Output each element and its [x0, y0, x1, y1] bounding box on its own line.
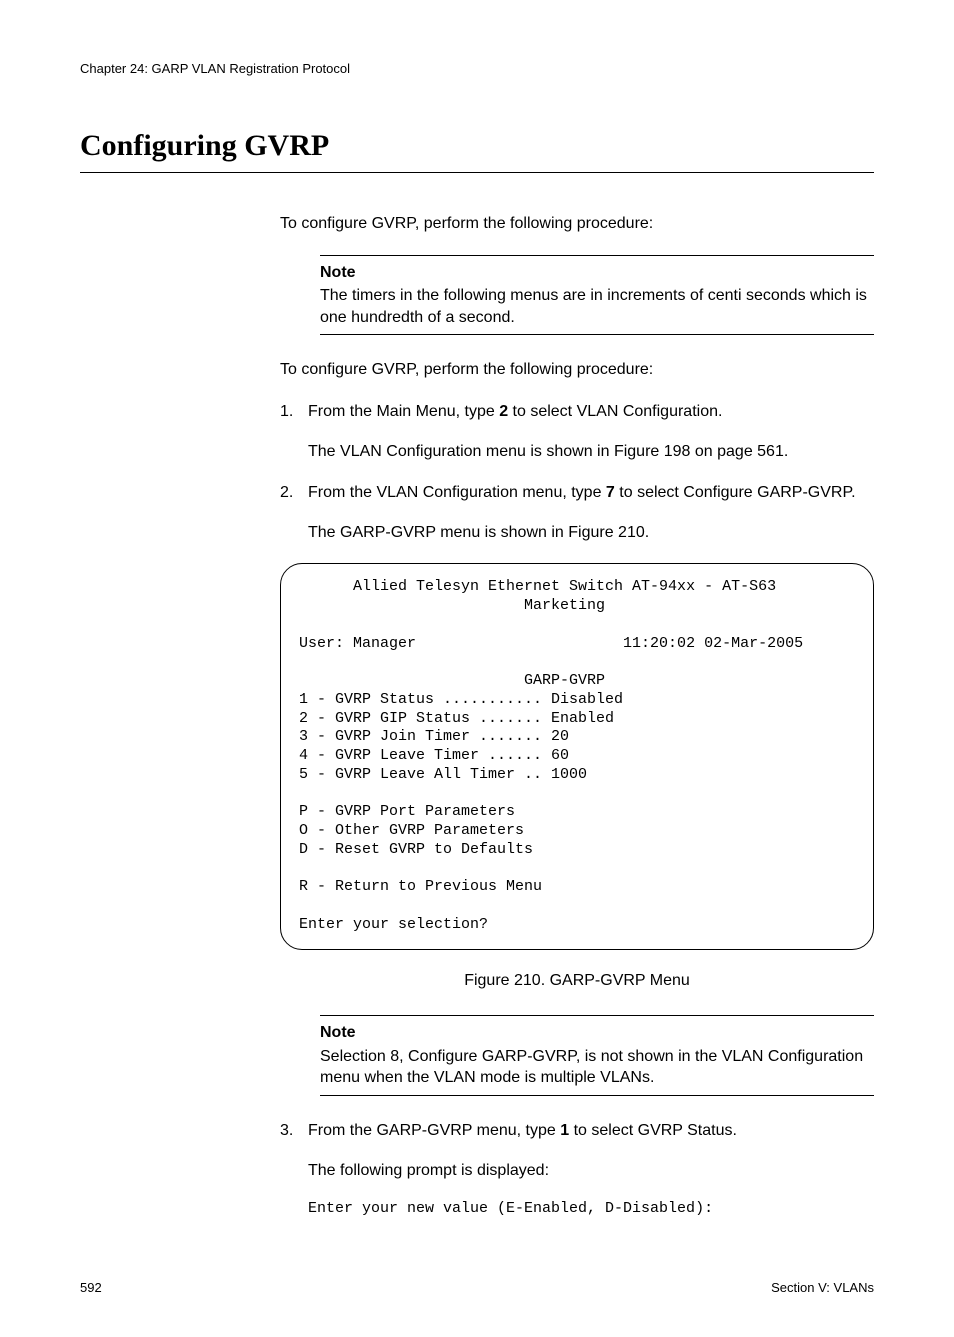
terminal-line: O - Other GVRP Parameters — [299, 822, 524, 839]
terminal-line: D - Reset GVRP to Defaults — [299, 841, 533, 858]
terminal-line: 2 - GVRP GIP Status ....... Enabled — [299, 710, 614, 727]
body-column: To configure GVRP, perform the following… — [280, 213, 874, 1219]
terminal-line: 5 - GVRP Leave All Timer .. 1000 — [299, 766, 587, 783]
step-number: 3. — [280, 1120, 293, 1142]
step-sub: The VLAN Configuration menu is shown in … — [308, 441, 874, 463]
step-text: From the GARP-GVRP menu, type 1 to selec… — [308, 1122, 737, 1139]
step-text: From the VLAN Configuration menu, type 7… — [308, 484, 856, 501]
step-3: 3. From the GARP-GVRP menu, type 1 to se… — [280, 1120, 874, 1219]
intro-paragraph: To configure GVRP, perform the following… — [280, 213, 874, 235]
note-label: Note — [320, 1022, 874, 1044]
terminal-line: P - GVRP Port Parameters — [299, 803, 515, 820]
note-box-2: Note Selection 8, Configure GARP-GVRP, i… — [320, 1015, 874, 1096]
cli-prompt: Enter your new value (E-Enabled, D-Disab… — [308, 1199, 874, 1219]
step-sub: The following prompt is displayed: — [308, 1160, 874, 1182]
step-1: 1. From the Main Menu, type 2 to select … — [280, 401, 874, 462]
terminal-line: 4 - GVRP Leave Timer ...... 60 — [299, 747, 569, 764]
terminal-line: Marketing — [299, 597, 605, 614]
page-title: Configuring GVRP — [80, 126, 874, 167]
step-text: From the Main Menu, type 2 to select VLA… — [308, 403, 722, 420]
terminal-line: 1 - GVRP Status ........... Disabled — [299, 691, 623, 708]
terminal-screenshot: Allied Telesyn Ethernet Switch AT-94xx -… — [280, 563, 874, 949]
terminal-line: User: Manager 11:20:02 02-Mar-2005 — [299, 635, 803, 652]
terminal-line: Allied Telesyn Ethernet Switch AT-94xx -… — [299, 578, 776, 595]
terminal-line: GARP-GVRP — [299, 672, 605, 689]
title-rule — [80, 172, 874, 173]
terminal-line: 3 - GVRP Join Timer ....... 20 — [299, 728, 569, 745]
note-box-1: Note The timers in the following menus a… — [320, 255, 874, 336]
procedure-list: 1. From the Main Menu, type 2 to select … — [280, 401, 874, 543]
intro-paragraph-2: To configure GVRP, perform the following… — [280, 359, 874, 381]
note-text: The timers in the following menus are in… — [320, 287, 867, 326]
step-number: 1. — [280, 401, 293, 423]
page-footer: 592 Section V: VLANs — [80, 1279, 874, 1297]
section-label: Section V: VLANs — [771, 1279, 874, 1297]
page-number: 592 — [80, 1279, 102, 1297]
terminal-line: Enter your selection? — [299, 916, 488, 933]
step-2: 2. From the VLAN Configuration menu, typ… — [280, 482, 874, 543]
terminal-line: R - Return to Previous Menu — [299, 878, 542, 895]
step-number: 2. — [280, 482, 293, 504]
step-sub: The GARP-GVRP menu is shown in Figure 21… — [308, 522, 874, 544]
procedure-list-cont: 3. From the GARP-GVRP menu, type 1 to se… — [280, 1120, 874, 1219]
note-label: Note — [320, 262, 874, 284]
chapter-header: Chapter 24: GARP VLAN Registration Proto… — [80, 60, 874, 78]
figure-caption: Figure 210. GARP-GVRP Menu — [280, 970, 874, 992]
note-text: Selection 8, Configure GARP-GVRP, is not… — [320, 1048, 863, 1087]
